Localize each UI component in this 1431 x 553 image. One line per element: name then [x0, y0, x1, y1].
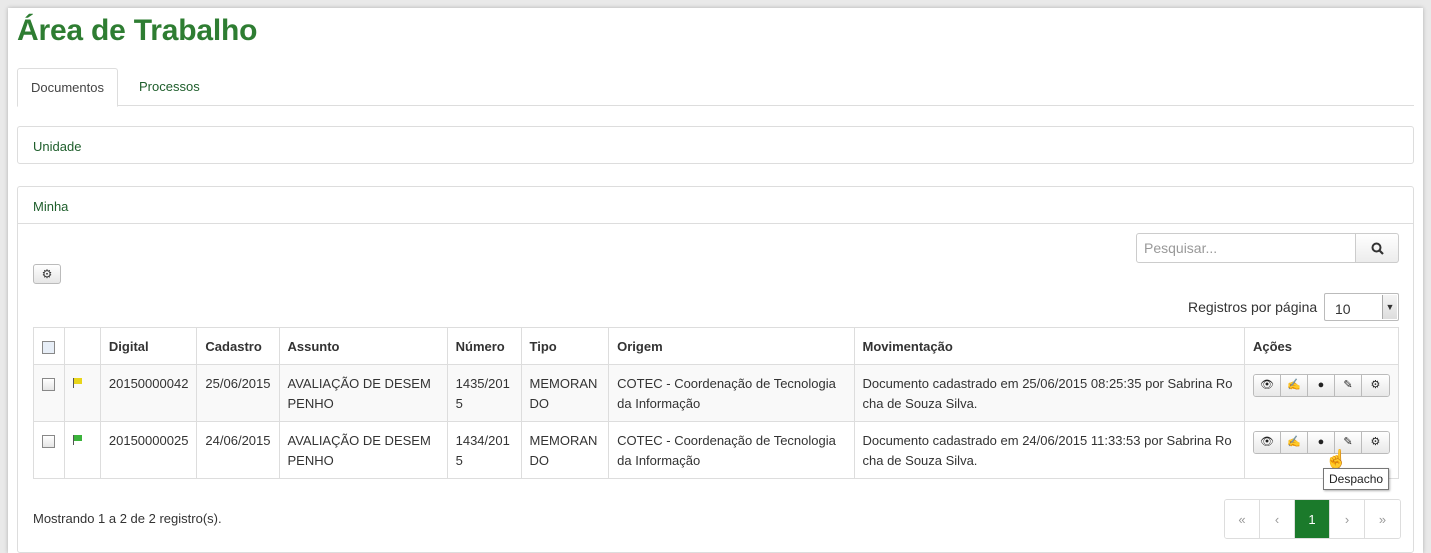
view-button[interactable]: 👁: [1253, 431, 1281, 453]
despacho-icon: ●: [1317, 379, 1325, 391]
sign-button[interactable]: ✍: [1280, 374, 1308, 396]
col-digital[interactable]: Digital: [99, 327, 198, 365]
panel-unidade[interactable]: Unidade: [17, 126, 1414, 164]
numero-cell: 1434/2015: [446, 421, 522, 479]
cadastro-cell: 25/06/2015: [196, 364, 280, 422]
col-origem[interactable]: Origem: [608, 327, 855, 365]
row-flag-cell: [63, 421, 101, 479]
page-current[interactable]: 1: [1295, 500, 1330, 538]
more-button[interactable]: ⚙: [1361, 431, 1389, 453]
table-row: 20150000042 25/06/2015 AVALIAÇÃO DE DESE…: [33, 364, 1400, 422]
movimentacao-cell: Documento cadastrado em 24/06/2015 11:33…: [853, 421, 1245, 479]
panel-minha-title[interactable]: Minha: [33, 199, 68, 214]
tipo-cell: MEMORANDO: [520, 421, 610, 479]
sign-button[interactable]: ✍: [1280, 431, 1308, 453]
row-checkbox[interactable]: [42, 435, 55, 449]
search-button[interactable]: [1355, 233, 1399, 263]
page-last[interactable]: »: [1365, 500, 1400, 538]
edit-icon: ✎: [1343, 379, 1353, 391]
col-cadastro[interactable]: Cadastro: [196, 327, 280, 365]
hand-cursor-icon: ☝: [1325, 449, 1348, 469]
numero-cell: 1435/2015: [446, 364, 522, 422]
tab-bar: Documentos Processos: [17, 68, 1414, 107]
col-acoes: Ações: [1243, 327, 1400, 365]
select-all-checkbox[interactable]: [42, 340, 55, 354]
page-next[interactable]: ›: [1330, 500, 1365, 538]
perpage-label: Registros por página: [1188, 299, 1318, 315]
table-header-row: Digital Cadastro Assunto Número Tipo Ori…: [33, 327, 1400, 365]
gear-icon: ⚙: [1370, 436, 1381, 448]
digital-cell: 20150000042: [99, 364, 198, 422]
documents-table: Digital Cadastro Assunto Número Tipo Ori…: [33, 327, 1400, 479]
col-assunto[interactable]: Assunto: [278, 327, 448, 365]
col-select-all: [33, 327, 65, 365]
col-flag: [63, 327, 101, 365]
eye-icon: 👁: [1259, 379, 1274, 391]
origem-cell: COTEC - Coordenação de Tecnologia da Inf…: [608, 421, 855, 479]
sign-icon: ✍: [1287, 379, 1301, 391]
row-actions: 👁 ✍ ● ✎ ⚙: [1252, 430, 1390, 454]
sign-icon: ✍: [1287, 436, 1301, 448]
tab-documentos[interactable]: Documentos: [17, 68, 118, 107]
panel-minha: Minha ⚙ Registros por página 10 ▼ Digita…: [17, 186, 1414, 553]
col-movimentacao[interactable]: Movimentação: [853, 327, 1245, 365]
actions-cell: 👁 ✍ ● ✎ ⚙: [1243, 364, 1400, 422]
tab-processos[interactable]: Processos: [126, 68, 213, 106]
search-input[interactable]: [1136, 233, 1356, 263]
page-prev[interactable]: ‹: [1260, 500, 1295, 538]
cadastro-cell: 24/06/2015: [196, 421, 280, 479]
perpage-select[interactable]: 10 ▼: [1324, 293, 1399, 321]
page-title: Área de Trabalho: [17, 14, 258, 47]
digital-cell: 20150000025: [99, 421, 198, 479]
despacho-button[interactable]: ●: [1307, 374, 1335, 396]
panel-unidade-title[interactable]: Unidade: [33, 139, 81, 154]
despacho-tooltip: Despacho: [1323, 468, 1390, 490]
eye-icon: 👁: [1259, 436, 1274, 448]
workspace-frame: Área de Trabalho Documentos Processos Un…: [8, 8, 1423, 553]
flag-icon: [72, 435, 83, 445]
col-tipo[interactable]: Tipo: [520, 327, 610, 365]
chevron-down-icon[interactable]: ▼: [1382, 295, 1397, 319]
settings-button[interactable]: ⚙: [33, 264, 61, 284]
col-numero[interactable]: Número: [446, 327, 522, 365]
flag-icon: [72, 378, 83, 388]
assunto-cell: AVALIAÇÃO DE DESEMPENHO: [278, 364, 448, 422]
tipo-cell: MEMORANDO: [520, 364, 610, 422]
despacho-icon: ●: [1317, 436, 1325, 448]
row-select-cell: [33, 421, 65, 479]
row-checkbox[interactable]: [42, 378, 55, 392]
origem-cell: COTEC - Coordenação de Tecnologia da Inf…: [608, 364, 855, 422]
records-summary: Mostrando 1 a 2 de 2 registro(s).: [33, 511, 222, 526]
search-icon: [1371, 242, 1384, 255]
row-flag-cell: [63, 364, 101, 422]
perpage-value: 10: [1335, 301, 1351, 317]
more-button[interactable]: ⚙: [1361, 374, 1389, 396]
row-actions: 👁 ✍ ● ✎ ⚙: [1252, 373, 1390, 397]
view-button[interactable]: 👁: [1253, 374, 1281, 396]
row-select-cell: [33, 364, 65, 422]
gear-icon: ⚙: [1370, 379, 1381, 391]
assunto-cell: AVALIAÇÃO DE DESEMPENHO: [278, 421, 448, 479]
page-first[interactable]: «: [1225, 500, 1260, 538]
edit-button[interactable]: ✎: [1334, 374, 1362, 396]
movimentacao-cell: Documento cadastrado em 25/06/2015 08:25…: [853, 364, 1245, 422]
gear-icon: ⚙: [41, 267, 53, 281]
pagination: « ‹ 1 › »: [1224, 499, 1401, 539]
panel-minha-header[interactable]: Minha: [18, 187, 1413, 224]
table-row: 20150000025 24/06/2015 AVALIAÇÃO DE DESE…: [33, 421, 1400, 479]
